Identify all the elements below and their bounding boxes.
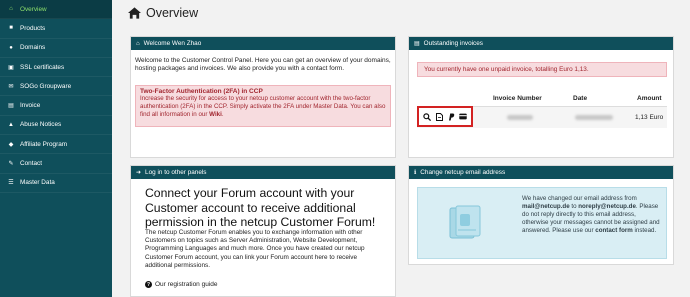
search-icon[interactable]: [423, 112, 431, 121]
sidebar-item-label: Products: [20, 24, 46, 32]
info-icon: ℹ: [414, 170, 417, 176]
alert-title: Two-Factor Authentication (2FA) in CCP: [140, 88, 263, 95]
document-icon: [449, 205, 481, 239]
home-icon: [128, 7, 141, 19]
invoice-date-redacted: [575, 115, 613, 120]
box-icon: ■: [9, 25, 13, 32]
invoice-actions: [417, 106, 473, 127]
question-icon: ?: [145, 281, 152, 288]
main-content: Overview ⌂ Welcome Wen Zhao Welcome to t…: [112, 0, 690, 297]
sidebar-item-domains[interactable]: ● Domains: [0, 39, 112, 58]
unpaid-invoice-text: You currently have one unpaid invoice, t…: [424, 66, 589, 73]
invoice-number-redacted: [507, 115, 533, 120]
sidebar-item-label: Contact: [20, 160, 43, 168]
sidebar-item-label: SSL certificates: [20, 63, 65, 71]
sidebar-item-label: Domains: [20, 44, 46, 52]
forum-body: The netcup Customer Forum enables you to…: [145, 229, 365, 269]
wiki-link[interactable]: Wiki: [209, 111, 222, 118]
col-date: Date: [573, 95, 588, 102]
unpaid-invoice-alert: You currently have one unpaid invoice, t…: [417, 62, 667, 77]
forum-panel: ➜ Log in to other panels Connect your Fo…: [130, 165, 396, 297]
forum-header: ➜ Log in to other panels: [131, 166, 395, 179]
sidebar-item-label: Overview: [20, 5, 47, 13]
contact-icon: ✎: [8, 161, 14, 168]
col-amount: Amount: [637, 95, 662, 102]
invoices-panel: ▤ Outstanding invoices You currently hav…: [408, 36, 674, 158]
sidebar-item-contact[interactable]: ✎ Contact: [0, 154, 112, 174]
card-icon[interactable]: [459, 113, 467, 121]
registration-guide-label: Our registration guide: [155, 281, 218, 288]
home-icon: ⌂: [136, 40, 140, 47]
home-icon: ⌂: [9, 6, 13, 13]
alert-body: Increase the security for access to your…: [140, 95, 386, 120]
contact-form-link[interactable]: contact form: [595, 227, 632, 234]
sidebar-item-invoice[interactable]: ▤ Invoice: [0, 96, 112, 116]
mail-icon: ✉: [8, 83, 14, 90]
welcome-header-text: Welcome Wen Zhao: [143, 40, 202, 47]
email-change-header-text: Change netcup email address: [420, 169, 506, 176]
sidebar-item-label: Master Data: [20, 179, 55, 187]
sidebar-item-sogo[interactable]: ✉ SOGo Groupware: [0, 77, 112, 97]
affiliate-icon: ◆: [8, 141, 14, 148]
invoice-icon: ▤: [8, 103, 14, 110]
lock-icon: ▣: [8, 64, 14, 71]
sidebar-item-label: Abuse Notices: [20, 121, 62, 129]
registration-guide-link[interactable]: ? Our registration guide: [145, 281, 218, 288]
globe-icon: ●: [9, 44, 13, 51]
user-icon: ☰: [8, 180, 14, 187]
two-factor-alert: Two-Factor Authentication (2FA) in CCP I…: [135, 85, 391, 127]
sidebar-item-products[interactable]: ■ Products: [0, 19, 112, 39]
forum-headline: Connect your Forum account with your Cus…: [145, 186, 376, 229]
sidebar-item-overview[interactable]: ⌂ Overview: [0, 0, 112, 20]
invoice-amount: 1,13 Euro: [635, 114, 664, 121]
email-info-text: We have changed our email address from m…: [522, 195, 664, 235]
paypal-icon[interactable]: [447, 113, 455, 121]
col-invoice-number: Invoice Number: [493, 95, 542, 102]
sidebar-item-abuse[interactable]: ▲ Abuse Notices: [0, 116, 112, 136]
sidebar-item-label: SOGo Groupware: [20, 82, 72, 90]
welcome-text: Welcome to the Customer Control Panel. H…: [135, 57, 391, 73]
email-change-panel: ℹ Change netcup email address We have ch…: [408, 165, 674, 265]
invoice-icon: ▤: [414, 41, 420, 47]
sidebar-item-label: Affiliate Program: [20, 140, 68, 148]
invoices-header: ▤ Outstanding invoices: [409, 37, 673, 50]
page-title: Overview: [128, 6, 198, 20]
pdf-icon[interactable]: [435, 112, 443, 121]
alert-end: .: [221, 111, 224, 119]
old-email: mail@netcup.de: [522, 203, 570, 210]
email-text-1: We have changed our email address from: [522, 195, 637, 202]
sidebar-item-label: Invoice: [20, 102, 41, 110]
login-icon: ➜: [136, 170, 142, 176]
email-info-box: We have changed our email address from m…: [417, 187, 667, 259]
welcome-panel: ⌂ Welcome Wen Zhao Welcome to the Custom…: [130, 36, 396, 158]
invoices-header-text: Outstanding invoices: [423, 40, 483, 47]
sidebar-item-master-data[interactable]: ☰ Master Data: [0, 174, 112, 193]
email-text-2: to: [571, 203, 577, 210]
alert-text: Increase the security for access to your…: [140, 95, 386, 119]
sidebar-item-ssl[interactable]: ▣ SSL certificates: [0, 58, 112, 78]
email-text-4: instead.: [634, 227, 657, 234]
welcome-header: ⌂ Welcome Wen Zhao: [131, 37, 395, 50]
sidebar: ⌂ Overview ■ Products ● Domains ▣ SSL ce…: [0, 0, 112, 297]
sidebar-item-affiliate[interactable]: ◆ Affiliate Program: [0, 135, 112, 155]
forum-header-text: Log in to other panels: [145, 169, 207, 176]
email-change-header: ℹ Change netcup email address: [409, 166, 673, 179]
page-title-text: Overview: [146, 6, 199, 20]
new-email: noreply@netcup.de: [578, 203, 636, 210]
warning-icon: ▲: [8, 121, 14, 128]
